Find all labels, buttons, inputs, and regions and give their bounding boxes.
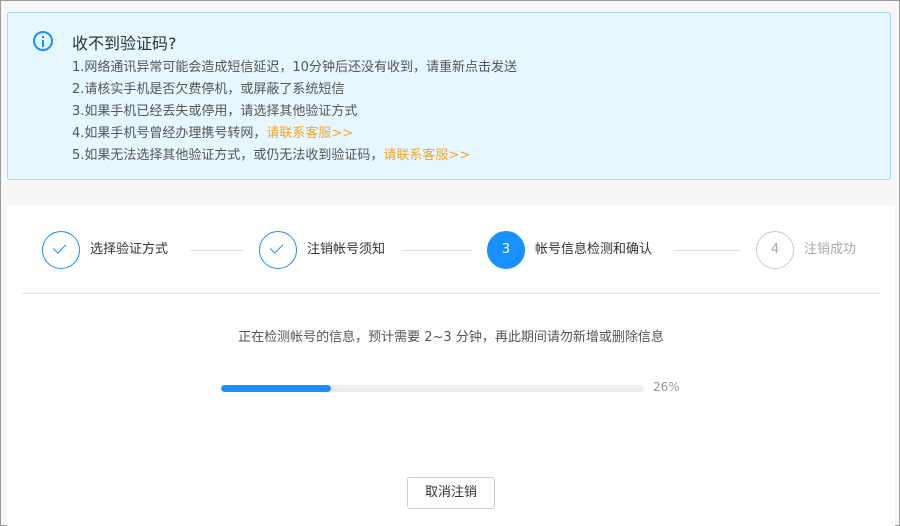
status-message: 正在检测帐号的信息，预计需要 2~3 分钟，再此期间请勿新增或删除信息 (238, 330, 664, 345)
step-3-label: 帐号信息检测和确认 (535, 242, 653, 257)
step-connector (402, 250, 472, 251)
notice-item: 3.如果手机已经丢失或停用，请选择其他验证方式 (72, 104, 358, 119)
deregistration-panel: 选择验证方式 注销帐号须知 3 帐号信息检测和确认 4 注销成功 正在检测帐号的… (7, 206, 895, 526)
progress-percent: 26% (653, 380, 680, 394)
step-4-marker: 4 (756, 231, 794, 269)
step-connector (190, 250, 244, 251)
progress-bar (221, 385, 644, 392)
step-1-label: 选择验证方式 (90, 242, 169, 257)
step-connector (674, 250, 741, 251)
step-progress: 选择验证方式 注销帐号须知 3 帐号信息检测和确认 4 注销成功 (7, 206, 895, 294)
window-frame: 收不到验证码? 1.网络通讯异常可能会造成短信延迟，10分钟后还没有收到，请重新… (0, 0, 900, 526)
notice-item: 5.如果无法选择其他验证方式，或仍无法收到验证码，请联系客服>> (72, 148, 471, 163)
notice-item: 2.请核实手机是否欠费停机，或屏蔽了系统短信 (72, 82, 345, 97)
notice-list: 1.网络通讯异常可能会造成短信延迟，10分钟后还没有收到，请重新点击发送 2.请… (72, 57, 517, 167)
step-3-marker: 3 (487, 231, 525, 269)
divider (22, 293, 880, 294)
cancel-deregistration-button[interactable]: 取消注销 (407, 477, 495, 509)
progress-bar-fill (221, 385, 331, 392)
step-4-label: 注销成功 (804, 242, 857, 257)
notice-item: 4.如果手机号曾经办理携号转网，请联系客服>> (72, 126, 354, 141)
info-circle-icon (33, 31, 53, 51)
notice-title: 收不到验证码? (72, 34, 177, 53)
notice-item: 1.网络通讯异常可能会造成短信延迟，10分钟后还没有收到，请重新点击发送 (72, 60, 517, 75)
step-2-check-icon (259, 231, 297, 269)
contact-support-link[interactable]: 请联系客服>> (266, 126, 353, 141)
step-2-label: 注销帐号须知 (307, 242, 386, 257)
sms-help-notice: 收不到验证码? 1.网络通讯异常可能会造成短信延迟，10分钟后还没有收到，请重新… (7, 12, 891, 180)
step-1-check-icon (42, 231, 80, 269)
contact-support-link[interactable]: 请联系客服>> (383, 148, 470, 163)
